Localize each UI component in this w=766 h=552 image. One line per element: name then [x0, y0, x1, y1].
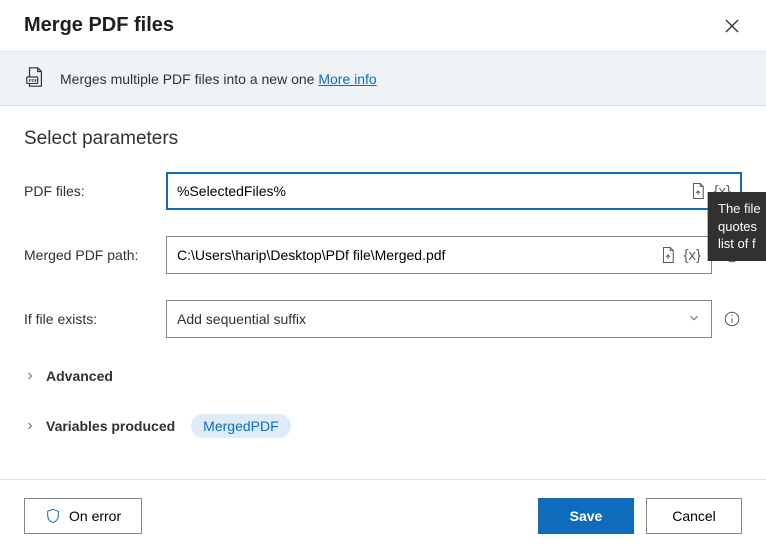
chevron-right-icon — [24, 420, 38, 432]
row-if-exists: If file exists: Add sequential suffix — [24, 300, 742, 338]
dialog-title: Merge PDF files — [24, 14, 174, 37]
save-button[interactable]: Save — [538, 498, 634, 534]
file-picker-button[interactable] — [657, 244, 679, 266]
pdf-icon: PDF — [24, 66, 46, 91]
on-error-label: On error — [69, 508, 121, 524]
section-title: Select parameters — [24, 128, 742, 150]
svg-text:PDF: PDF — [29, 78, 38, 83]
expander-advanced-label: Advanced — [46, 368, 113, 384]
info-button[interactable] — [722, 309, 742, 329]
shield-icon — [45, 508, 61, 524]
expander-advanced[interactable]: Advanced — [24, 364, 742, 388]
close-icon — [725, 19, 739, 33]
dialog-header: Merge PDF files — [0, 0, 766, 52]
on-error-button[interactable]: On error — [24, 498, 142, 534]
pdf-files-input[interactable] — [177, 174, 685, 208]
input-wrap-merged-path: {x} — [166, 236, 712, 274]
row-merged-path: Merged PDF path: {x} — [24, 236, 742, 274]
dialog-footer: On error Save Cancel — [0, 479, 766, 552]
banner-description: Merges multiple PDF files into a new one — [60, 71, 318, 87]
info-icon — [723, 246, 741, 264]
banner-text: Merges multiple PDF files into a new one… — [60, 71, 377, 87]
merged-path-input[interactable] — [177, 237, 655, 273]
file-picker-button[interactable] — [687, 180, 709, 202]
file-icon — [659, 246, 677, 264]
variable-picker-button[interactable]: {x} — [709, 183, 735, 200]
variable-picker-button[interactable]: {x} — [679, 247, 705, 264]
input-wrap-pdf-files: {x} — [166, 172, 742, 210]
chevron-right-icon — [24, 370, 38, 382]
cancel-button[interactable]: Cancel — [646, 498, 742, 534]
label-pdf-files: PDF files: — [24, 183, 154, 199]
label-merged-path: Merged PDF path: — [24, 247, 154, 263]
if-exists-select[interactable]: Add sequential suffix — [166, 300, 712, 338]
info-banner: PDF Merges multiple PDF files into a new… — [0, 52, 766, 106]
variable-pill[interactable]: MergedPDF — [191, 414, 290, 438]
more-info-link[interactable]: More info — [318, 71, 376, 87]
expander-variables-label: Variables produced — [46, 418, 175, 434]
label-if-exists: If file exists: — [24, 311, 154, 327]
close-button[interactable] — [722, 16, 742, 36]
row-pdf-files: PDF files: {x} — [24, 172, 742, 210]
if-exists-value: Add sequential suffix — [177, 311, 306, 327]
info-button[interactable] — [722, 245, 742, 265]
chevron-down-icon — [687, 311, 701, 328]
dialog-content: Select parameters PDF files: {x} Merged … — [0, 106, 766, 474]
expander-variables[interactable]: Variables produced MergedPDF — [24, 410, 742, 442]
info-icon — [723, 310, 741, 328]
file-icon — [689, 182, 707, 200]
